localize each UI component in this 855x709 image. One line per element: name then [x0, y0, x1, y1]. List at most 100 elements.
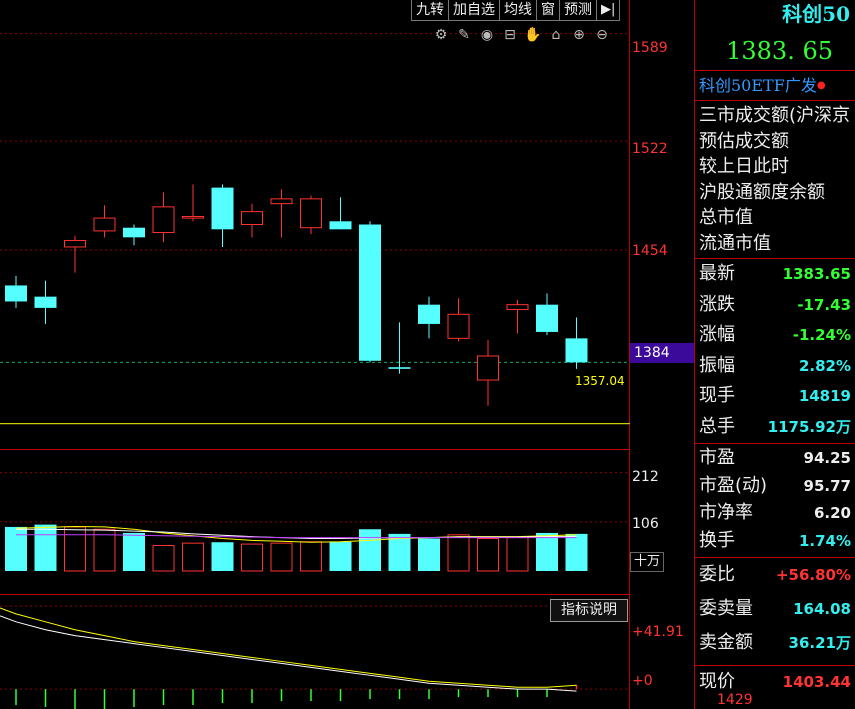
etf-link[interactable]: 科创50ETF广发● [699, 75, 826, 97]
lock-icon[interactable]: ⌂ [547, 26, 565, 44]
lock-box-icon[interactable]: ⊟ [501, 26, 519, 44]
quote-label: 总手 [699, 415, 735, 437]
quote-value: 1383.65 [782, 265, 851, 283]
volume-bar [447, 534, 470, 572]
quote-panel: 科创50 1383. 65 科创50ETF广发● 三市成交额(沪深京 预估成交额较… [694, 0, 855, 709]
indicator-axis-label: +0 [632, 673, 653, 689]
candle-body [506, 304, 529, 310]
candle-body [329, 221, 352, 230]
divider [695, 100, 855, 101]
add-favorite-button[interactable]: 加自选 [448, 0, 500, 21]
quote-value: 14819 [798, 387, 851, 405]
candle-body [123, 227, 145, 238]
volume-bar [64, 526, 86, 572]
pan-hand-icon[interactable]: ✋ [524, 26, 542, 44]
candle-body [64, 240, 86, 248]
moving-average-button[interactable]: 均线 [499, 0, 537, 21]
volume-bar [359, 529, 381, 571]
forecast-button[interactable]: 预测 [559, 0, 597, 21]
indicator-help-button[interactable]: 指标说明 [550, 599, 628, 622]
quote-row: 涨幅 -1.24% [695, 320, 854, 350]
quote-row: 总手 1175.92万 [695, 412, 854, 442]
quote-row: 市盈(动) 95.77 [695, 471, 854, 501]
quote-label: 委比 [699, 564, 735, 585]
indicator-axis-label: +41.91 [632, 624, 684, 640]
quote-row: 市盈 94.25 [695, 443, 854, 473]
red-dot-icon: ● [816, 80, 826, 91]
bottom-price-label: 1429 [717, 692, 753, 708]
volume-bar [477, 538, 499, 572]
candle-body [270, 198, 293, 205]
candle-body [418, 304, 440, 324]
quote-row: 市净率 6.20 [695, 498, 854, 528]
quote-row: 涨跌 -17.43 [695, 290, 854, 320]
quote-value: 6.20 [813, 504, 851, 522]
window-button[interactable]: 窗 [536, 0, 560, 21]
price-axis-label: 1454 [632, 243, 668, 259]
quote-label: 最新 [699, 263, 735, 284]
draw-pen-icon[interactable]: ✎ [455, 26, 473, 44]
quote-label: 委卖量 [699, 598, 753, 619]
quote-label: 市盈(动) [699, 474, 768, 496]
turnover-label: 预估成交额 [699, 130, 789, 152]
quote-row: 委卖量 164.08 [695, 594, 854, 624]
candle-body [300, 198, 322, 229]
volume-bar [565, 533, 588, 571]
volume-bar [270, 542, 293, 572]
indicator-line [0, 607, 577, 688]
volume-bar [5, 526, 27, 571]
candle-body [477, 355, 499, 381]
volume-bar [123, 532, 145, 571]
quote-label: 卖金额 [699, 632, 753, 653]
volume-unit-label: 十万 [630, 552, 664, 572]
volume-bar [506, 537, 529, 572]
quote-row: 现手 14819 [695, 381, 854, 411]
quote-label: 换手 [699, 529, 735, 551]
candle-body [241, 211, 263, 226]
zoom-in-icon[interactable]: ⊕ [570, 26, 588, 44]
divider [695, 665, 855, 666]
volume-bar [241, 543, 263, 572]
settings-icon[interactable]: ⚙ [432, 26, 450, 44]
quote-row: 换手 1.74% [695, 526, 854, 556]
candle-body [211, 187, 234, 230]
turnover-label: 沪股通额度余额 [699, 181, 825, 203]
quote-value: 36.21万 [788, 634, 851, 652]
price-axis-label: 1589 [632, 40, 668, 56]
candle-body [34, 296, 57, 308]
jiuzhuan-button[interactable]: 九转 [411, 0, 449, 21]
price-axis-label: 1522 [632, 141, 668, 157]
low-price-label: 1357.04 [575, 374, 625, 388]
quote-label: 现价 [699, 671, 735, 692]
volume-bar [152, 544, 175, 572]
volume-bar [34, 524, 57, 571]
eye-icon[interactable]: ◉ [478, 26, 496, 44]
volume-bar [211, 542, 234, 571]
volume-bar [418, 538, 440, 571]
turnover-label: 较上日此时 [699, 156, 789, 177]
volume-axis-label: 212 [632, 469, 659, 485]
quote-label: 市盈 [699, 447, 735, 468]
volume-bar [93, 528, 116, 572]
quote-value: -17.43 [797, 295, 851, 314]
quote-label: 涨跌 [699, 293, 735, 315]
turnover-label: 三市成交额(沪深京 [699, 105, 851, 126]
candle-body [447, 313, 470, 339]
candle-body [182, 215, 204, 219]
quote-row: 委比 +56.80% [695, 560, 854, 590]
quote-label: 市净率 [699, 502, 753, 523]
quote-value: 2.82% [798, 356, 851, 375]
volume-bar [536, 532, 558, 571]
turnover-label: 总市值 [699, 207, 753, 228]
collapse-right-icon[interactable]: ▶| [596, 0, 620, 21]
quote-value: 1.74% [798, 531, 851, 550]
quote-row: 卖金额 36.21万 [695, 628, 854, 658]
volume-bar [329, 541, 352, 571]
zoom-out-icon[interactable]: ⊖ [593, 26, 611, 44]
candle-body [565, 338, 588, 363]
quote-value: 94.25 [803, 449, 851, 467]
candle-body [5, 285, 27, 302]
chart-area[interactable] [0, 0, 630, 709]
indicator-line [0, 615, 577, 692]
volume-axis-label: 106 [632, 516, 659, 532]
